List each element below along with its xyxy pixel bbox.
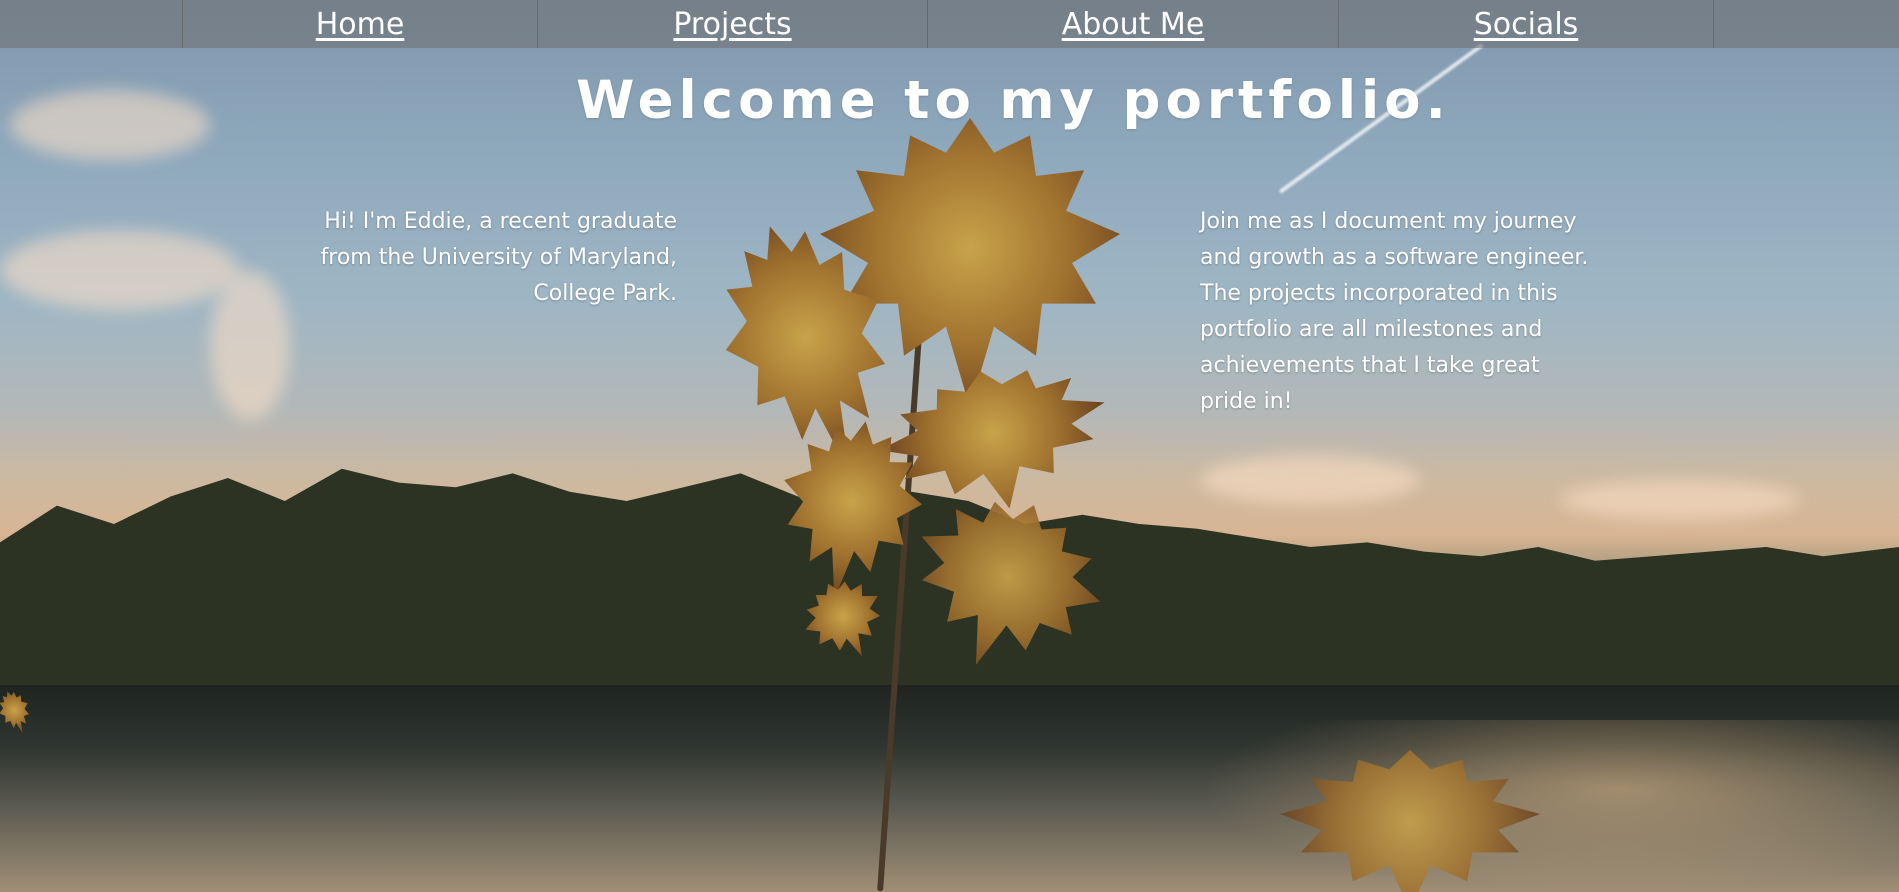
page: Home Projects About Me Socials Welcome t…: [0, 0, 1899, 892]
top-nav: Home Projects About Me Socials: [0, 0, 1899, 48]
cloud-wisp: [1200, 455, 1420, 505]
water-reflection: [1199, 720, 1899, 892]
about-me-link[interactable]: About Me: [1062, 7, 1205, 42]
cloud-wisp: [210, 270, 290, 420]
projects-link[interactable]: Projects: [673, 7, 791, 42]
journey-text: Join me as I document my journey and gro…: [1200, 209, 1589, 414]
nav-item-projects: Projects: [538, 0, 928, 48]
nav-item-about: About Me: [928, 0, 1339, 48]
cloud-wisp: [0, 230, 240, 310]
page-title: Welcome to my portfolio.: [576, 70, 1451, 131]
cloud-wisp: [1560, 480, 1800, 520]
nav-spacer: [0, 0, 183, 48]
nav-item-home: Home: [183, 0, 538, 48]
intro-text: Hi! I'm Eddie, a recent graduate from th…: [320, 209, 677, 306]
nav-item-socials: Socials: [1339, 0, 1714, 48]
home-link[interactable]: Home: [316, 7, 405, 42]
background-photo: [0, 0, 1899, 892]
socials-link[interactable]: Socials: [1474, 7, 1579, 42]
